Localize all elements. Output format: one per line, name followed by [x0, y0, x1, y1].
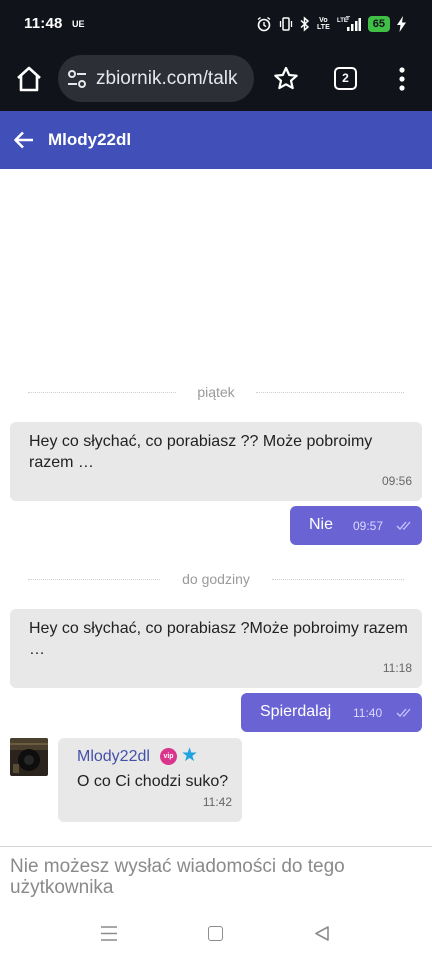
avatar[interactable]: [10, 738, 48, 776]
message-time: 11:42: [202, 795, 232, 809]
status-carrier-tag: UE: [72, 19, 85, 29]
bookmark-star-icon[interactable]: [272, 65, 300, 93]
chat-header: Mlody22dl: [0, 111, 432, 169]
site-settings-icon[interactable]: [66, 68, 88, 90]
svg-text:LTE: LTE: [337, 18, 348, 24]
home-icon[interactable]: [14, 64, 44, 94]
message-time: 09:56: [381, 474, 412, 488]
bluetooth-icon: [300, 16, 310, 32]
outgoing-message: Spierdalaj 11:40: [241, 693, 422, 732]
read-ticks-icon: [396, 708, 411, 717]
lte-signal-icon: LTE: [337, 16, 361, 31]
incoming-message: Mlody22dl vip ★ O co Ci chodzi suko? 11:…: [58, 738, 242, 822]
outgoing-message: Nie 09:57: [290, 506, 422, 545]
url-text[interactable]: zbiornik.com/talk: [96, 68, 238, 90]
tab-switcher-icon[interactable]: 2: [334, 67, 357, 90]
url-bar[interactable]: zbiornik.com/talk: [58, 55, 254, 102]
footer-divider: [0, 846, 432, 847]
message-time: 09:57: [353, 519, 384, 533]
message-time: 11:18: [382, 661, 412, 675]
vip-badge-icon: vip: [160, 748, 177, 765]
status-icons: Vo LTE LTE 65: [256, 13, 406, 35]
chat-title: Mlody22dl: [48, 130, 132, 149]
recents-icon[interactable]: [99, 925, 119, 942]
cannot-send-notice: Nie możesz wysłać wiadomości do tego uży…: [10, 856, 345, 898]
message-text: Hey co słychać, co porabiasz ?? Może pob…: [29, 433, 373, 471]
read-ticks-icon: [396, 521, 411, 530]
sender-name[interactable]: Mlody22dl: [77, 748, 150, 766]
incoming-message: Hey co słychać, co porabiasz ?? Może pob…: [10, 422, 422, 501]
system-nav-bar: [0, 905, 432, 960]
message-text: Hey co słychać, co porabiasz ?Może pobro…: [29, 620, 408, 658]
volte-icon: Vo LTE: [317, 17, 330, 31]
battery-icon: 65: [367, 16, 390, 32]
browser-toolbar: zbiornik.com/talk 2: [0, 48, 432, 111]
message-time: 11:40: [353, 706, 383, 720]
back-button-icon[interactable]: [314, 925, 330, 942]
message-text: O co Ci chodzi suko?: [77, 773, 229, 790]
date-divider: piątek: [28, 382, 404, 402]
volte-bottom-label: LTE: [317, 24, 330, 31]
overflow-menu-icon[interactable]: [392, 66, 412, 92]
vibrate-icon: [279, 17, 293, 31]
status-bar: 11:48 UE Vo LTE LTE 65: [0, 0, 432, 48]
incoming-message: Hey co słychać, co porabiasz ?Może pobro…: [10, 609, 422, 688]
home-button-icon[interactable]: [208, 926, 223, 941]
date-divider: do godziny: [28, 569, 404, 589]
status-time: 11:48: [24, 15, 63, 32]
star-badge-icon: ★: [181, 745, 199, 766]
message-text: Spierdalaj: [260, 703, 332, 720]
message-text: Nie: [309, 516, 334, 533]
alarm-icon: [257, 16, 271, 32]
back-arrow-icon[interactable]: [12, 128, 36, 152]
charging-icon: [397, 16, 406, 32]
volte-top-label: Vo: [319, 17, 328, 24]
